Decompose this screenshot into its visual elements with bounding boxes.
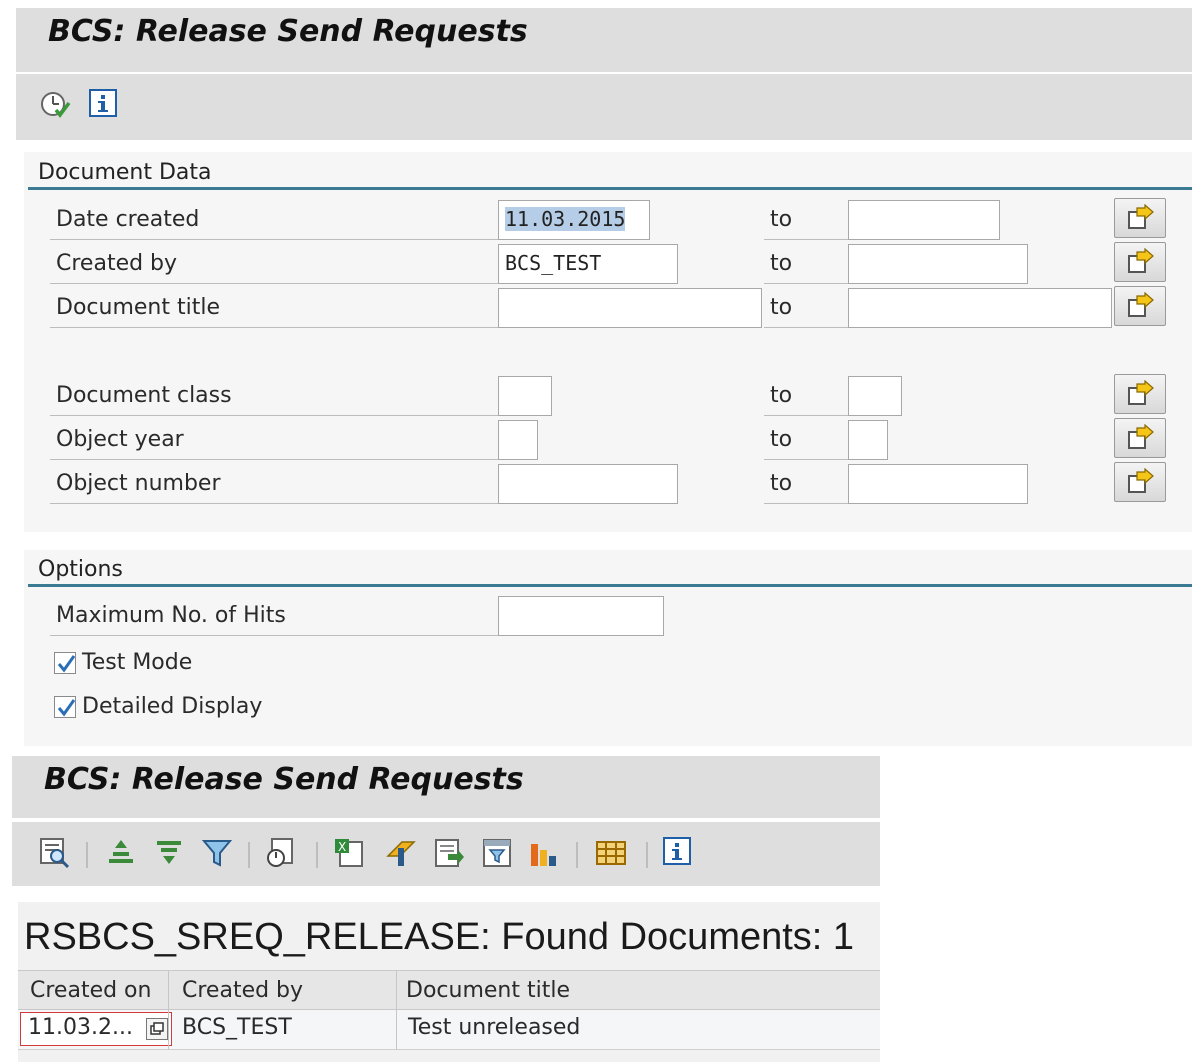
date-created-from-value: 11.03.2015 xyxy=(505,207,626,231)
multiple-selection-button[interactable] xyxy=(1114,286,1166,326)
document-title-from-field[interactable] xyxy=(498,288,762,328)
label-maximum-hits: Maximum No. of Hits xyxy=(56,603,286,628)
object-number-from-field[interactable] xyxy=(498,464,678,504)
label-underline xyxy=(50,503,498,504)
multiple-selection-button[interactable] xyxy=(1114,418,1166,458)
table-row[interactable]: 11.03.2... BCS_TEST Test unreleased xyxy=(18,1010,880,1050)
created-by-to-field[interactable] xyxy=(848,244,1028,284)
label-underline xyxy=(764,415,848,416)
sort-descending-icon[interactable] xyxy=(152,836,186,870)
multiple-selection-icon xyxy=(1128,292,1154,317)
label-document-title: Document title xyxy=(56,295,220,320)
label-object-number: Object number xyxy=(56,471,221,496)
document-title-to-field[interactable] xyxy=(848,288,1112,328)
label-underline xyxy=(764,503,848,504)
checkbox-checked-icon xyxy=(54,651,76,674)
label-date-created: Date created xyxy=(56,207,200,232)
value-help-icon[interactable] xyxy=(146,1018,168,1040)
multiple-selection-button[interactable] xyxy=(1114,242,1166,282)
info-icon[interactable] xyxy=(662,836,696,870)
multiple-selection-icon xyxy=(1128,204,1154,229)
toolbar-separator xyxy=(86,842,88,868)
test-mode-checkbox[interactable]: Test Mode xyxy=(54,650,192,675)
details-icon[interactable] xyxy=(38,836,72,870)
maximum-hits-field[interactable] xyxy=(498,596,664,636)
execute-icon[interactable] xyxy=(38,88,72,122)
column-separator xyxy=(168,971,169,1009)
column-header-document-title[interactable]: Document title xyxy=(406,978,570,1003)
page-title: BCS: Release Send Requests xyxy=(48,14,528,49)
test-mode-label: Test Mode xyxy=(82,650,193,675)
local-file-icon[interactable] xyxy=(480,836,514,870)
to-label: to xyxy=(770,471,793,496)
toolbar-separator xyxy=(646,842,648,868)
column-separator xyxy=(396,1010,397,1050)
to-label: to xyxy=(770,383,793,408)
result-page-title: BCS: Release Send Requests xyxy=(44,762,524,797)
document-class-to-field[interactable] xyxy=(848,376,902,416)
column-separator xyxy=(168,1010,169,1050)
label-document-class: Document class xyxy=(56,383,232,408)
to-label: to xyxy=(770,207,793,232)
layout-icon[interactable] xyxy=(594,836,628,870)
label-created-by: Created by xyxy=(56,251,178,276)
multiple-selection-icon xyxy=(1128,380,1154,405)
label-underline xyxy=(50,327,498,328)
toolbar-separator xyxy=(248,842,250,868)
label-underline xyxy=(50,635,498,636)
object-year-from-field[interactable] xyxy=(498,420,538,460)
detailed-display-checkbox[interactable]: Detailed Display xyxy=(54,694,262,719)
sum-icon[interactable] xyxy=(264,836,298,870)
label-underline xyxy=(764,327,848,328)
group-title-options: Options xyxy=(38,557,123,582)
document-class-from-field[interactable] xyxy=(498,376,552,416)
to-label: to xyxy=(770,427,793,452)
label-underline xyxy=(764,283,848,284)
column-separator xyxy=(396,971,397,1009)
multiple-selection-button[interactable] xyxy=(1114,462,1166,502)
filter-icon[interactable] xyxy=(200,836,234,870)
cell-document-title: Test unreleased xyxy=(408,1015,581,1040)
grid-header-row: Created on Created by Document title xyxy=(18,970,880,1010)
multiple-selection-button[interactable] xyxy=(1114,374,1166,414)
cell-created-by: BCS_TEST xyxy=(182,1015,292,1040)
label-underline xyxy=(50,459,498,460)
detailed-display-label: Detailed Display xyxy=(82,694,263,719)
date-created-to-field[interactable] xyxy=(848,200,1000,240)
group-title-document-data: Document Data xyxy=(38,160,212,185)
export-icon[interactable] xyxy=(384,836,418,870)
label-underline xyxy=(50,283,498,284)
svg-text:X: X xyxy=(338,840,346,854)
application-toolbar xyxy=(16,74,1192,140)
multiple-selection-icon xyxy=(1128,248,1154,273)
multiple-selection-icon xyxy=(1128,468,1154,493)
date-created-from-field[interactable]: 11.03.2015 xyxy=(498,200,650,240)
spreadsheet-icon[interactable]: X xyxy=(332,836,366,870)
label-underline xyxy=(764,459,848,460)
group-divider xyxy=(28,584,1192,587)
to-label: to xyxy=(770,295,793,320)
abc-analysis-icon[interactable] xyxy=(528,836,562,870)
list-header: RSBCS_SREQ_RELEASE: Found Documents: 1 xyxy=(24,916,855,958)
sort-ascending-icon[interactable] xyxy=(104,836,138,870)
multiple-selection-icon xyxy=(1128,424,1154,449)
object-year-to-field[interactable] xyxy=(848,420,888,460)
toolbar-separator xyxy=(316,842,318,868)
column-header-created-on[interactable]: Created on xyxy=(30,978,151,1003)
to-label: to xyxy=(770,251,793,276)
info-icon[interactable] xyxy=(88,88,120,120)
column-header-created-by[interactable]: Created by xyxy=(182,978,303,1003)
checkbox-checked-icon xyxy=(54,695,76,718)
label-underline xyxy=(764,239,848,240)
label-object-year: Object year xyxy=(56,427,184,452)
toolbar-separator xyxy=(576,842,578,868)
cell-created-on: 11.03.2... xyxy=(28,1015,133,1040)
label-underline xyxy=(50,239,498,240)
created-by-from-field[interactable]: BCS_TEST xyxy=(498,244,678,284)
label-underline xyxy=(50,415,498,416)
object-number-to-field[interactable] xyxy=(848,464,1028,504)
multiple-selection-button[interactable] xyxy=(1114,198,1166,238)
group-divider xyxy=(28,187,1192,190)
word-processing-icon[interactable] xyxy=(432,836,466,870)
